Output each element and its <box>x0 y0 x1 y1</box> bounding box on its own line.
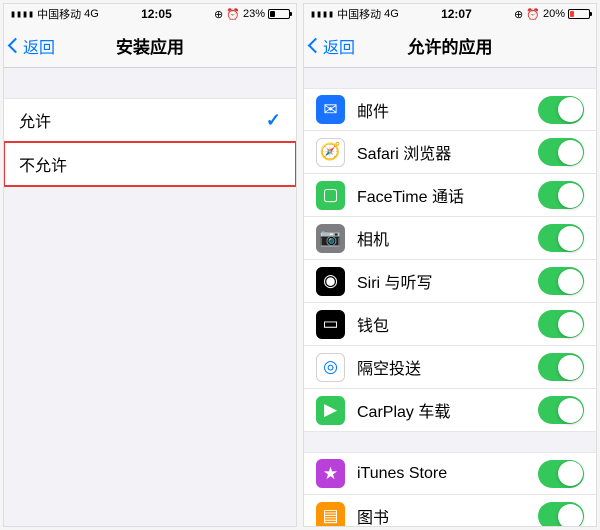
toggle-switch[interactable] <box>538 353 584 381</box>
lock-icon: ⊕ <box>214 8 223 21</box>
app-label: FaceTime 通话 <box>357 183 538 207</box>
status-time: 12:07 <box>441 7 472 21</box>
alarm-icon: ⏰ <box>226 8 240 21</box>
toggle-switch[interactable] <box>538 224 584 252</box>
app-icon: ◉ <box>316 267 345 296</box>
nav-bar: 返回 允许的应用 <box>304 24 596 68</box>
status-time: 12:05 <box>141 7 172 21</box>
app-icon: ✉ <box>316 95 345 124</box>
status-bar: ▮▮▮▮ 中国移动 4G 12:05 ⊕ ⏰ 23% <box>4 4 296 24</box>
app-row: ◉ Siri 与听写 <box>304 260 596 303</box>
app-icon: ◎ <box>316 353 345 382</box>
app-label: 相机 <box>357 226 538 250</box>
toggle-switch[interactable] <box>538 181 584 209</box>
app-label: Siri 与听写 <box>357 269 538 293</box>
carrier: 中国移动 <box>337 6 381 22</box>
network: 4G <box>384 8 399 20</box>
toggle-switch[interactable] <box>538 138 584 166</box>
app-icon: 🧭 <box>316 138 345 167</box>
signal-icon: ▮▮▮▮ <box>310 9 334 20</box>
app-label: 图书 <box>357 504 538 527</box>
battery-icon <box>268 9 290 19</box>
battery-pct: 20% <box>543 8 565 20</box>
chevron-left-icon <box>8 38 24 54</box>
app-icon: 📷 <box>316 224 345 253</box>
option-label: 不允许 <box>19 152 281 176</box>
option-deny[interactable]: 不允许 <box>4 142 296 186</box>
battery-pct: 23% <box>243 8 265 20</box>
app-row: ▭ 钱包 <box>304 303 596 346</box>
app-label: CarPlay 车载 <box>357 398 538 422</box>
app-icon: ★ <box>316 459 345 488</box>
toggle-switch[interactable] <box>538 502 584 527</box>
battery-icon <box>568 9 590 19</box>
app-row: 📷 相机 <box>304 217 596 260</box>
app-row: ▤ 图书 <box>304 495 596 527</box>
app-row: ✉ 邮件 <box>304 88 596 131</box>
toggle-switch[interactable] <box>538 396 584 424</box>
back-button[interactable]: 返回 <box>310 34 355 58</box>
toggle-switch[interactable] <box>538 460 584 488</box>
app-icon: ▶ <box>316 396 345 425</box>
network: 4G <box>84 8 99 20</box>
status-bar: ▮▮▮▮ 中国移动 4G 12:07 ⊕ ⏰ 20% <box>304 4 596 24</box>
app-label: 钱包 <box>357 312 538 336</box>
back-label: 返回 <box>23 34 55 58</box>
signal-icon: ▮▮▮▮ <box>10 9 34 20</box>
toggle-switch[interactable] <box>538 96 584 124</box>
app-row: ▢ FaceTime 通话 <box>304 174 596 217</box>
toggle-switch[interactable] <box>538 267 584 295</box>
back-label: 返回 <box>323 34 355 58</box>
back-button[interactable]: 返回 <box>10 34 55 58</box>
nav-bar: 返回 安装应用 <box>4 24 296 68</box>
app-label: iTunes Store <box>357 465 538 483</box>
carrier: 中国移动 <box>37 6 81 22</box>
app-row: ▶ CarPlay 车载 <box>304 389 596 432</box>
app-label: Safari 浏览器 <box>357 140 538 164</box>
app-row: 🧭 Safari 浏览器 <box>304 131 596 174</box>
app-row: ★ iTunes Store <box>304 452 596 495</box>
lock-icon: ⊕ <box>514 8 523 21</box>
app-label: 邮件 <box>357 98 538 122</box>
toggle-switch[interactable] <box>538 310 584 338</box>
alarm-icon: ⏰ <box>526 8 540 21</box>
option-label: 允许 <box>19 108 266 132</box>
checkmark-icon: ✓ <box>266 110 281 131</box>
option-allow[interactable]: 允许 ✓ <box>4 98 296 142</box>
app-row: ◎ 隔空投送 <box>304 346 596 389</box>
app-icon: ▢ <box>316 181 345 210</box>
app-label: 隔空投送 <box>357 355 538 379</box>
app-icon: ▤ <box>316 502 345 528</box>
chevron-left-icon <box>308 38 324 54</box>
app-icon: ▭ <box>316 310 345 339</box>
